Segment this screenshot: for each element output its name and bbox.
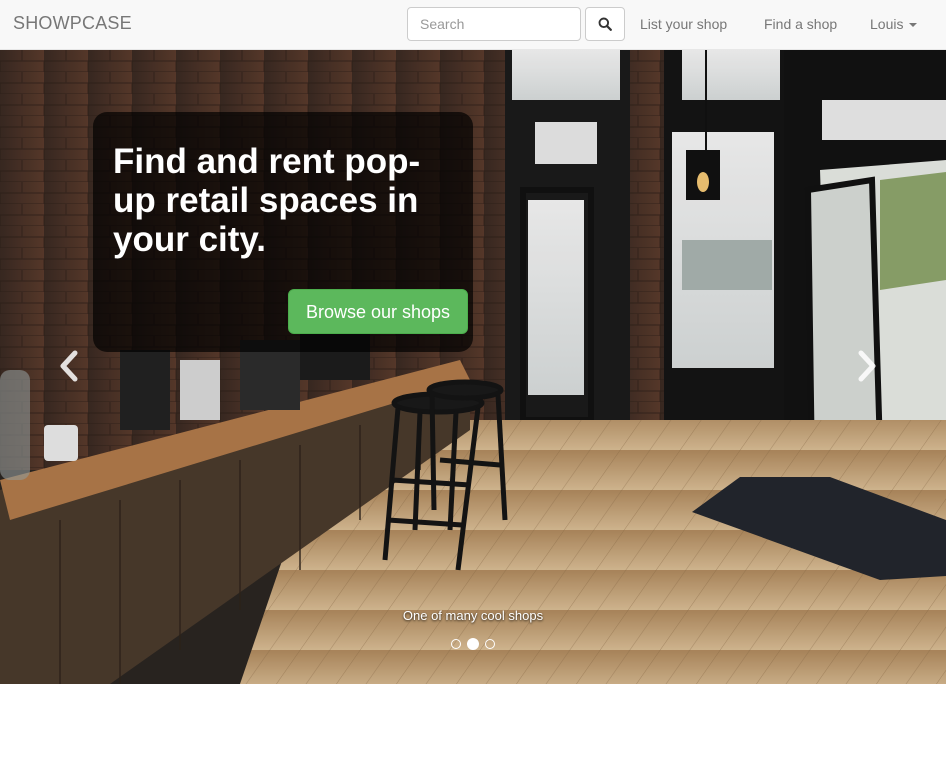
nav-link-list-your-shop[interactable]: List your shop bbox=[640, 16, 727, 32]
search-icon bbox=[598, 17, 612, 31]
slide-caption: One of many cool shops bbox=[402, 608, 544, 623]
brand-logo[interactable]: SHOWPCASE bbox=[13, 13, 132, 34]
search-button[interactable] bbox=[585, 7, 625, 41]
hero-caption-panel: Find and rent pop-up retail spaces in yo… bbox=[93, 112, 473, 352]
caret-down-icon bbox=[909, 23, 918, 28]
user-name: Louis bbox=[870, 16, 904, 32]
carousel-indicator-3[interactable] bbox=[485, 639, 495, 649]
search-input[interactable] bbox=[407, 7, 581, 41]
carousel-next-button[interactable] bbox=[852, 346, 882, 386]
carousel-prev-button[interactable] bbox=[54, 346, 84, 386]
chevron-right-icon bbox=[858, 350, 876, 382]
carousel-indicator-1[interactable] bbox=[451, 639, 461, 649]
hero-headline: Find and rent pop-up retail spaces in yo… bbox=[113, 142, 421, 259]
carousel-indicator-2[interactable] bbox=[467, 638, 479, 650]
chevron-left-icon bbox=[60, 350, 78, 382]
hero-carousel: Find and rent pop-up retail spaces in yo… bbox=[0, 50, 946, 684]
nav-link-find-a-shop[interactable]: Find a shop bbox=[764, 16, 837, 32]
browse-shops-button[interactable]: Browse our shops bbox=[288, 289, 468, 334]
carousel-indicators bbox=[451, 638, 495, 650]
top-navbar: SHOWPCASE List your shop Find a shop Lou… bbox=[0, 0, 946, 50]
user-dropdown[interactable]: Louis bbox=[870, 16, 918, 32]
